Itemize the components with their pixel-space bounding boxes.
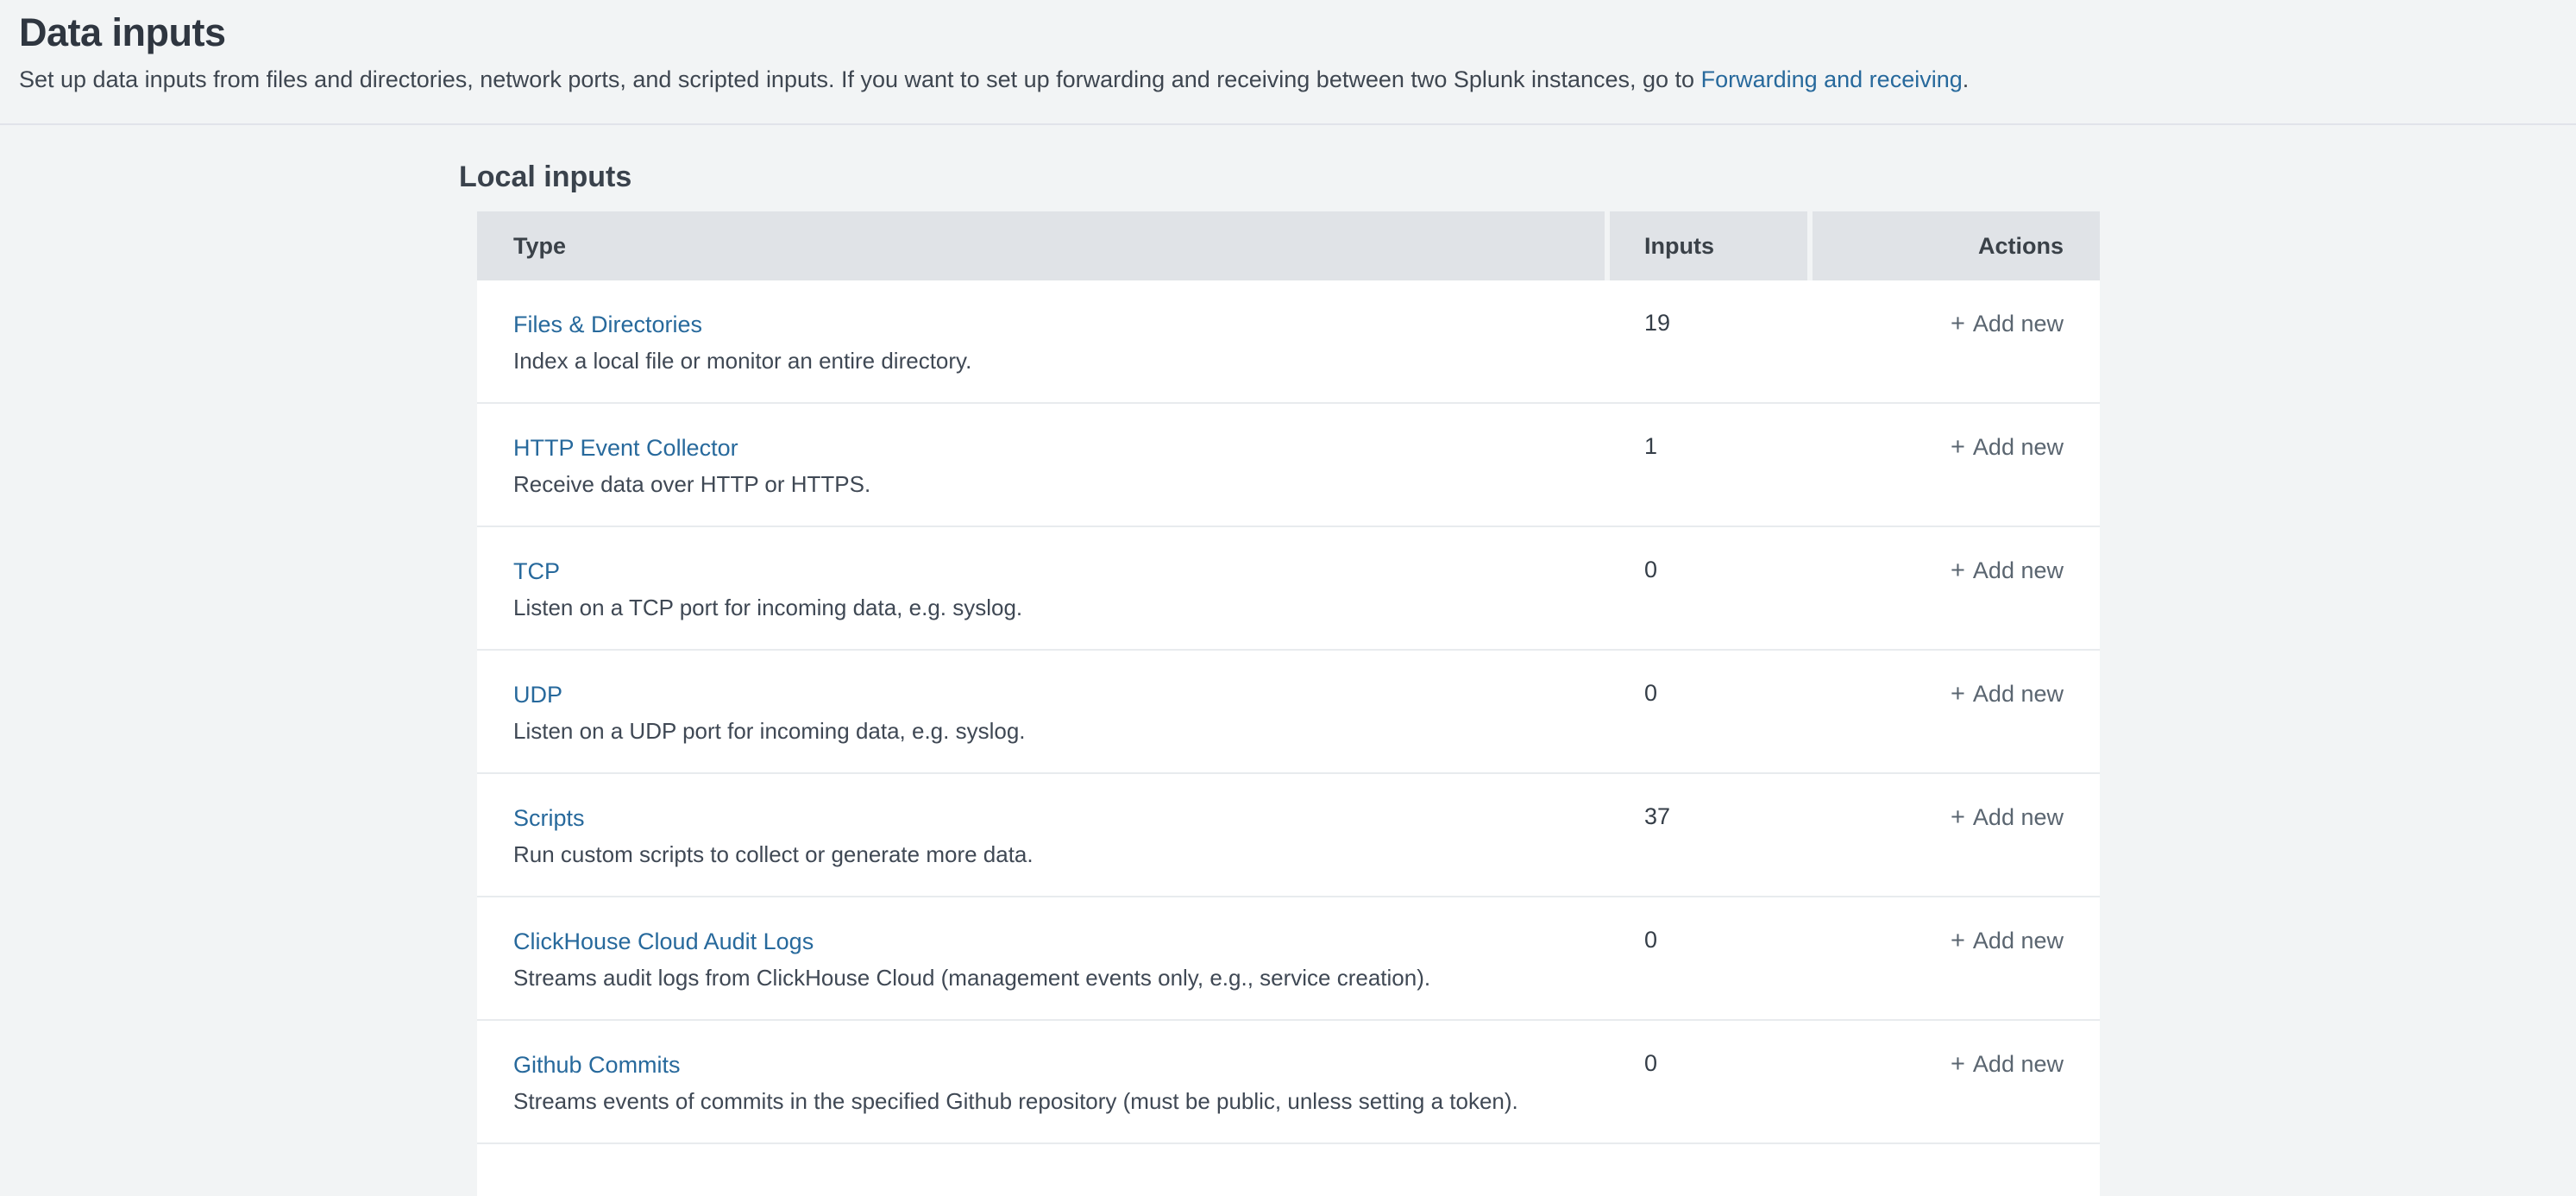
plus-icon: + [1951, 557, 1965, 584]
input-type-description: Run custom scripts to collect or generat… [513, 838, 1605, 871]
type-cell: UDP Listen on a UDP port for incoming da… [477, 651, 1605, 772]
inputs-count: 0 [1610, 651, 1807, 772]
input-type-link[interactable]: TCP [513, 555, 560, 588]
page-subtitle: Set up data inputs from files and direct… [19, 64, 2550, 95]
input-type-link[interactable]: Files & Directories [513, 308, 702, 341]
input-type-link[interactable]: UDP [513, 678, 562, 711]
table-row: Scripts Run custom scripts to collect or… [477, 774, 2100, 897]
table-row: Github Commits Streams events of commits… [477, 1021, 2100, 1144]
next-row-partially-visible [477, 1144, 2100, 1196]
actions-cell: + Add new [1813, 527, 2100, 649]
table-row: UDP Listen on a UDP port for incoming da… [477, 651, 2100, 774]
input-type-description: Receive data over HTTP or HTTPS. [513, 468, 1605, 500]
column-header-actions: Actions [1813, 211, 2100, 280]
actions-cell: + Add new [1813, 280, 2100, 402]
type-cell: HTTP Event Collector Receive data over H… [477, 404, 1605, 526]
input-type-link[interactable]: Scripts [513, 802, 585, 834]
plus-icon: + [1951, 803, 1965, 831]
input-type-description: Streams events of commits in the specifi… [513, 1085, 1605, 1117]
local-inputs-section: Local inputs Type Inputs Actions Files &… [0, 160, 2576, 1196]
table-row: HTTP Event Collector Receive data over H… [477, 404, 2100, 527]
table-row: TCP Listen on a TCP port for incoming da… [477, 527, 2100, 651]
header-divider [0, 123, 2576, 125]
actions-cell: + Add new [1813, 404, 2100, 526]
add-new-link[interactable]: + Add new [1951, 1051, 2064, 1077]
type-cell: Scripts Run custom scripts to collect or… [477, 774, 1605, 896]
add-new-label: Add new [1973, 311, 2064, 337]
input-type-description: Listen on a TCP port for incoming data, … [513, 591, 1605, 624]
add-new-link[interactable]: + Add new [1951, 928, 2064, 954]
page-title: Data inputs [19, 10, 2550, 55]
add-new-label: Add new [1973, 928, 2064, 954]
type-cell: Files & Directories Index a local file o… [477, 280, 1605, 402]
plus-icon: + [1951, 1050, 1965, 1078]
table-row: ClickHouse Cloud Audit Logs Streams audi… [477, 897, 2100, 1021]
plus-icon: + [1951, 680, 1965, 708]
forwarding-and-receiving-link[interactable]: Forwarding and receiving [1701, 66, 1963, 92]
inputs-count: 0 [1610, 1021, 1807, 1142]
table-header-row: Type Inputs Actions [477, 211, 2100, 280]
input-type-description: Listen on a UDP port for incoming data, … [513, 714, 1605, 747]
inputs-count: 37 [1610, 774, 1807, 896]
column-header-type: Type [477, 211, 1605, 280]
plus-icon: + [1951, 927, 1965, 954]
plus-icon: + [1951, 433, 1965, 461]
input-type-link[interactable]: HTTP Event Collector [513, 431, 738, 464]
add-new-label: Add new [1973, 681, 2064, 707]
input-type-description: Index a local file or monitor an entire … [513, 344, 1605, 377]
inputs-count: 0 [1610, 527, 1807, 649]
type-cell: ClickHouse Cloud Audit Logs Streams audi… [477, 897, 1605, 1019]
table-row: Files & Directories Index a local file o… [477, 280, 2100, 404]
table-body: Files & Directories Index a local file o… [477, 280, 2100, 1144]
add-new-label: Add new [1973, 804, 2064, 830]
type-cell: Github Commits Streams events of commits… [477, 1021, 1605, 1142]
subtitle-period: . [1963, 66, 1970, 92]
inputs-count: 19 [1610, 280, 1807, 402]
section-heading: Local inputs [459, 160, 2576, 194]
type-cell: TCP Listen on a TCP port for incoming da… [477, 527, 1605, 649]
add-new-label: Add new [1973, 434, 2064, 460]
add-new-link[interactable]: + Add new [1951, 557, 2064, 583]
actions-cell: + Add new [1813, 651, 2100, 772]
inputs-count: 1 [1610, 404, 1807, 526]
inputs-count: 0 [1610, 897, 1807, 1019]
plus-icon: + [1951, 310, 1965, 337]
add-new-link[interactable]: + Add new [1951, 804, 2064, 830]
add-new-label: Add new [1973, 557, 2064, 583]
page-header: Data inputs Set up data inputs from file… [0, 0, 2576, 95]
local-inputs-table: Type Inputs Actions Files & Directories … [477, 211, 2100, 1196]
add-new-link[interactable]: + Add new [1951, 311, 2064, 337]
add-new-label: Add new [1973, 1051, 2064, 1077]
actions-cell: + Add new [1813, 897, 2100, 1019]
actions-cell: + Add new [1813, 1021, 2100, 1142]
input-type-link[interactable]: Github Commits [513, 1048, 681, 1081]
column-header-inputs: Inputs [1610, 211, 1807, 280]
input-type-description: Streams audit logs from ClickHouse Cloud… [513, 961, 1605, 994]
actions-cell: + Add new [1813, 774, 2100, 896]
subtitle-text: Set up data inputs from files and direct… [19, 66, 1701, 92]
add-new-link[interactable]: + Add new [1951, 681, 2064, 707]
add-new-link[interactable]: + Add new [1951, 434, 2064, 460]
input-type-link[interactable]: ClickHouse Cloud Audit Logs [513, 925, 814, 958]
